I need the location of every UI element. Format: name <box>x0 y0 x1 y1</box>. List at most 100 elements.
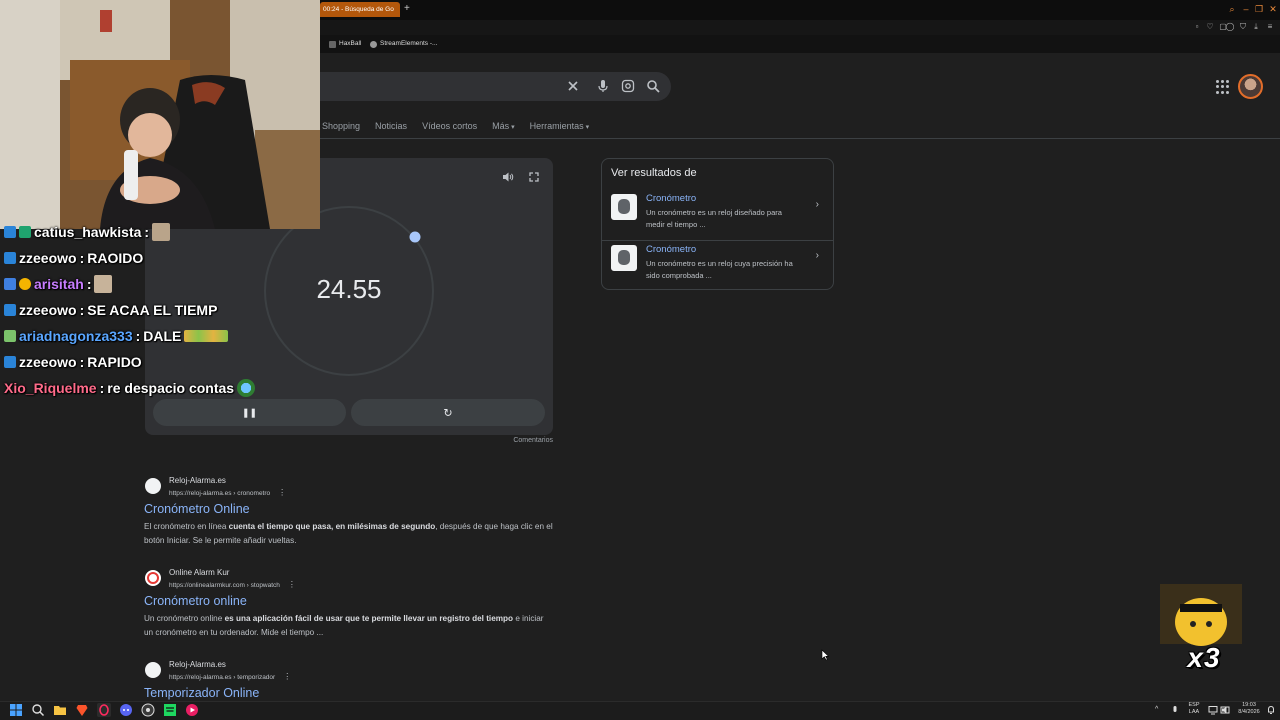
result-title[interactable]: Temporizador Online <box>144 686 259 700</box>
close-icon[interactable]: ✕ <box>1267 3 1279 15</box>
tab-more-label: Más <box>492 121 510 131</box>
opera-gx-icon[interactable] <box>97 703 111 717</box>
globe-emote-icon <box>237 379 256 397</box>
tab-tools[interactable]: Herramientas ▾ <box>530 118 590 134</box>
shield-icon[interactable]: ⛉ <box>1238 22 1248 32</box>
stopwatch-thumbnail <box>611 194 637 220</box>
monitor-icon[interactable] <box>1208 705 1218 715</box>
chat-username: catius_hawkista <box>34 224 142 240</box>
badge-icon <box>4 278 16 290</box>
chat-icon[interactable]: ◯ <box>1225 22 1235 32</box>
badge-icon <box>4 252 16 264</box>
streamelements-icon <box>370 40 377 48</box>
clear-search-icon[interactable] <box>565 78 581 94</box>
more-options-icon[interactable]: ⋮ <box>288 580 296 589</box>
notifications-icon[interactable] <box>1266 705 1276 715</box>
result-url-text: https://reloj-alarma.es › cronometro <box>169 490 271 497</box>
result-site[interactable]: Reloj-Alarma.es <box>169 476 226 485</box>
chat-username: zzeeowo <box>19 302 77 318</box>
chat-text: RAPIDO <box>87 354 142 370</box>
menu-icon[interactable]: ≡ <box>1265 22 1275 32</box>
chat-separator: : <box>86 276 92 292</box>
snippet-text: El cronómetro en línea <box>144 522 229 531</box>
result-site[interactable]: Reloj-Alarma.es <box>169 660 226 669</box>
volume-icon[interactable] <box>1221 705 1231 715</box>
sound-icon[interactable] <box>502 171 514 183</box>
file-explorer-icon[interactable] <box>53 703 67 717</box>
chat-separator: : <box>135 328 141 344</box>
clock-time: 19:03 <box>1242 702 1256 708</box>
brave-browser-icon[interactable] <box>75 703 89 717</box>
chat-message: arisitah : <box>4 271 113 297</box>
search-icon[interactable] <box>645 78 661 94</box>
clock[interactable]: 19:03 8/4/2026 <box>1236 702 1262 716</box>
more-options-icon[interactable]: ⋮ <box>283 672 291 681</box>
site-favicon <box>145 478 161 494</box>
badge-icon <box>4 356 16 368</box>
haxball-icon <box>329 40 336 48</box>
reset-button[interactable]: ↻ <box>351 399 545 426</box>
result-url[interactable]: https://onlinealarmkur.com › stopwatch ⋮ <box>169 580 296 589</box>
tray-overflow-icon[interactable]: ^ <box>1155 706 1158 713</box>
chevron-right-icon: › <box>815 199 819 210</box>
maximize-icon[interactable]: ❐ <box>1253 3 1265 15</box>
chat-separator: : <box>99 380 105 396</box>
tab-more[interactable]: Más ▾ <box>492 118 515 134</box>
minimize-icon[interactable]: – <box>1240 3 1252 15</box>
bookmark-add-icon[interactable]: ▫ <box>1192 22 1202 32</box>
chat-username: zzeeowo <box>19 354 77 370</box>
chat-text: DALE <box>143 328 182 344</box>
side-item-description: Un cronómetro es un reloj cuya precisión… <box>646 259 793 280</box>
avatar[interactable] <box>1238 74 1263 99</box>
tab-shopping[interactable]: Shopping <box>322 118 360 134</box>
side-panel-title: Ver resultados de <box>611 167 697 179</box>
result-snippet: El cronómetro en línea cuenta el tiempo … <box>144 520 554 548</box>
obs-icon[interactable] <box>141 703 155 717</box>
bookmark-item[interactable]: StreamElements -... <box>370 38 437 50</box>
snippet-text: Un cronómetro online <box>144 614 225 623</box>
chat-text: SE ACAA EL TIEMP <box>87 302 218 318</box>
spotify-icon[interactable] <box>163 703 177 717</box>
emote-icon <box>184 330 229 342</box>
fullscreen-icon[interactable] <box>528 171 540 183</box>
result-snippet: Un cronómetro online es una aplicación f… <box>144 612 554 640</box>
result-title[interactable]: Cronómetro Online <box>144 502 250 516</box>
tab-news[interactable]: Noticias <box>375 118 407 134</box>
discord-icon[interactable] <box>119 703 133 717</box>
heart-icon[interactable]: ♡ <box>1205 22 1215 32</box>
chat-message: zzeeowo : RAOIDO <box>4 245 143 271</box>
microphone-icon[interactable] <box>595 78 611 94</box>
chat-username: Xio_Riquelme <box>4 380 97 396</box>
language-indicator[interactable]: ESP LAA <box>1186 702 1202 716</box>
taskbar-search-icon[interactable] <box>31 703 45 717</box>
apps-grid-icon[interactable] <box>1216 80 1230 94</box>
side-panel-item[interactable]: Cronómetro Un cronómetro es un reloj dis… <box>602 190 833 240</box>
chevron-down-icon: ▾ <box>585 124 590 131</box>
new-tab-button[interactable]: + <box>404 3 410 15</box>
bookmark-label: StreamElements -... <box>380 40 438 47</box>
chat-text: re despacio contas <box>107 380 235 396</box>
tab-short-videos[interactable]: Vídeos cortos <box>422 118 477 134</box>
bookmark-item[interactable]: HaxBall <box>329 38 361 50</box>
result-url[interactable]: https://reloj-alarma.es › cronometro ⋮ <box>169 488 286 497</box>
chat-username: arisitah <box>34 276 84 292</box>
result-url[interactable]: https://reloj-alarma.es › temporizador ⋮ <box>169 672 291 681</box>
windows-start-icon[interactable] <box>9 703 23 717</box>
more-options-icon[interactable]: ⋮ <box>278 488 286 497</box>
download-icon[interactable]: ⤓ <box>1251 22 1261 32</box>
record-app-icon[interactable] <box>185 703 199 717</box>
search-icon[interactable]: ⌕ <box>1226 3 1238 15</box>
emote-icon <box>152 223 171 241</box>
tab-tools-label: Herramientas <box>529 121 584 131</box>
result-site[interactable]: Online Alarm Kur <box>169 568 229 577</box>
side-panel-item[interactable]: Cronómetro Un cronómetro es un reloj cuy… <box>602 241 833 291</box>
language-code: ESP <box>1188 702 1200 708</box>
microphone-tray-icon[interactable] <box>1170 705 1180 715</box>
pause-button[interactable]: ❚❚ <box>153 399 346 426</box>
feedback-link[interactable]: Comentarios <box>440 437 553 444</box>
result-title[interactable]: Cronómetro online <box>144 594 247 608</box>
search-input[interactable] <box>300 72 671 101</box>
lens-icon[interactable] <box>620 78 636 94</box>
webcam-overlay <box>0 0 320 229</box>
tab-active[interactable]: 00:24 - Búsqueda de Go <box>320 2 400 17</box>
